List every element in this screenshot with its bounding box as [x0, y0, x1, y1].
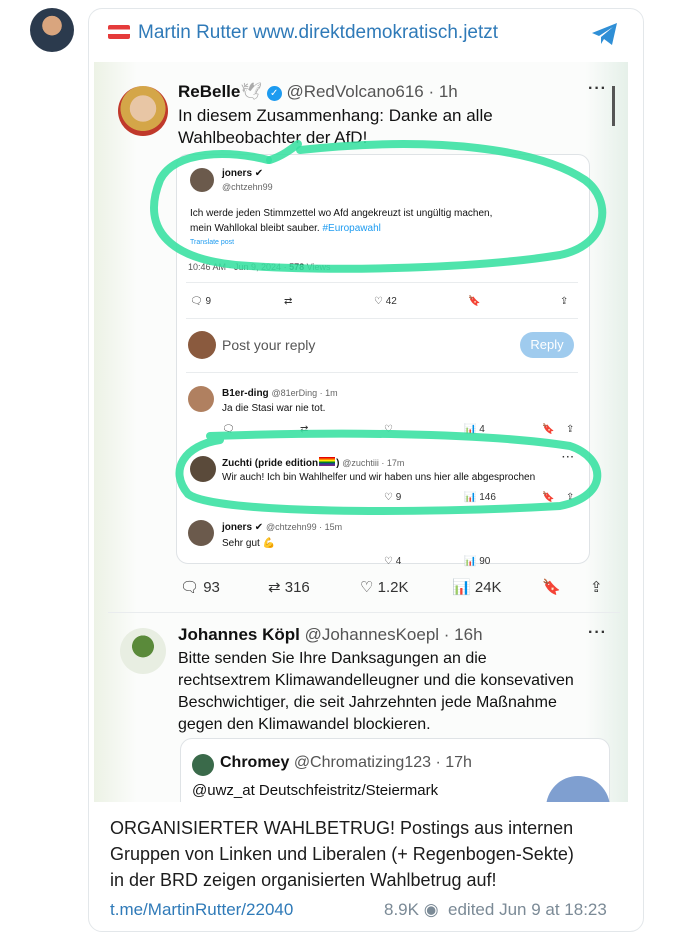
caption-line-2: Gruppen von Linken und Liberalen (+ Rege… — [110, 844, 574, 864]
tweet-divider — [108, 612, 620, 613]
tweet-like-icon[interactable]: ♡ — [360, 579, 373, 596]
tweet-reply-icon[interactable]: 🗨 — [180, 579, 199, 596]
tweet-views-icon[interactable]: 📊 — [452, 579, 471, 596]
second-text-line-1: Bitte senden Sie Ihre Danksagungen an di… — [178, 650, 487, 667]
second-text-line-2: rechtsextrem Klimawandelleugner und die … — [178, 672, 574, 689]
second-text-line-3: Beschwichtiger, die seit Jahrzehnten jed… — [178, 694, 557, 711]
tweet-share-icon[interactable]: ⇪ — [590, 578, 603, 596]
message-date: Jun 9 at 18:23 — [499, 900, 607, 919]
tweet-retweet-count: 316 — [284, 579, 310, 596]
quote-author-name[interactable]: Chromey — [220, 754, 289, 771]
message-link[interactable]: t.me/MartinRutter/22040 — [110, 900, 293, 920]
second-author-handle[interactable]: @JohannesKoepl · 16h — [305, 625, 483, 644]
view-count: 8.9K — [384, 900, 419, 919]
tweet-like-count: 1.2K — [377, 579, 409, 596]
caption-line-3: in der BRD zeigen organisierten Wahlbetr… — [110, 870, 497, 890]
second-more-icon[interactable]: ··· — [588, 624, 607, 642]
message-meta: 8.9K ◉ edited Jun 9 at 18:23 — [384, 900, 607, 920]
message-caption: ORGANISIERTER WAHLBETRUG! Postings aus i… — [110, 815, 574, 893]
quote-text: @uwz_at Deutschfeistritz/Steiermark — [192, 782, 439, 799]
quote-clip: Chromey @Chromatizing123 · 17h @uwz_at D… — [94, 730, 628, 802]
tweet-bookmark-icon[interactable]: 🔖 — [542, 578, 561, 596]
tweet-views-count: 24K — [474, 579, 502, 596]
tweet-retweet-icon[interactable]: ⇄ — [268, 579, 281, 596]
caption-line-1: ORGANISIERTER WAHLBETRUG! Postings aus i… — [110, 818, 574, 838]
eye-icon: ◉ — [423, 900, 439, 919]
quote-author-handle[interactable]: @Chromatizing123 · 17h — [294, 754, 472, 771]
chromey-avatar — [192, 754, 214, 776]
edited-label: edited — [448, 900, 495, 919]
koepl-avatar — [120, 628, 166, 674]
second-author-name[interactable]: Johannes Köpl — [178, 625, 300, 644]
tweet-reply-count: 93 — [203, 579, 220, 596]
